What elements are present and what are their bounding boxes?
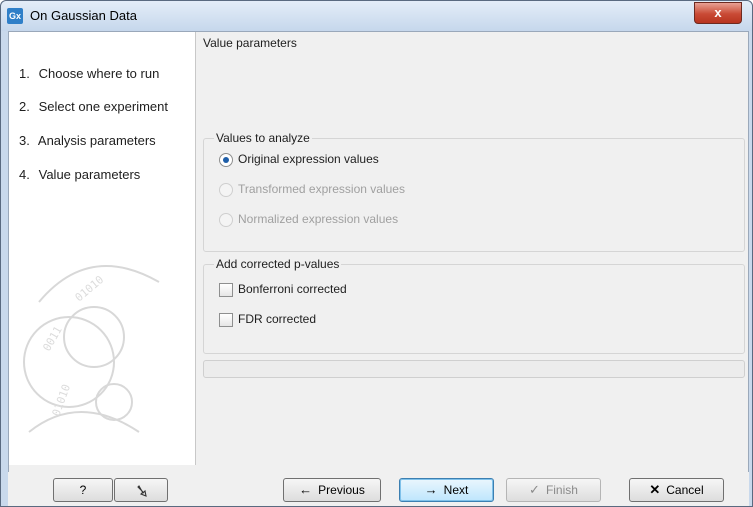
corrected-pvalues-group: Add corrected p-values Bonferroni correc… (203, 257, 745, 354)
checkbox-icon[interactable] (219, 282, 233, 297)
radio-label: Original expression values (238, 152, 379, 166)
radio-label: Normalized expression values (238, 212, 399, 226)
window-title: On Gaussian Data (30, 8, 137, 23)
finish-button[interactable]: ✓ Finish (506, 478, 601, 502)
radio-normalized-expression[interactable]: Normalized expression values (219, 212, 398, 230)
checkmark-icon: ✓ (529, 482, 540, 497)
step-choose-where-to-run: 1. Choose where to run (19, 66, 160, 81)
next-button[interactable]: → Next (399, 478, 494, 502)
step-label: Choose where to run (38, 66, 160, 81)
radio-checked-icon[interactable] (219, 152, 233, 167)
previous-button[interactable]: ← Previous (283, 478, 381, 502)
reset-button[interactable] (114, 478, 168, 502)
page-title: Value parameters (203, 36, 297, 50)
arrow-left-icon: ← (299, 482, 313, 497)
checkbox-label: Bonferroni corrected (238, 282, 347, 296)
dialog-body: 1. Choose where to run 2. Select one exp… (8, 31, 749, 474)
help-button[interactable]: ? (53, 478, 113, 502)
radio-unchecked-icon[interactable] (219, 182, 233, 197)
cancel-button[interactable]: ✕ Cancel (629, 478, 724, 502)
step-label: Value parameters (38, 167, 141, 182)
progress-bar (203, 360, 745, 378)
decorative-swirl-icon: 01010 0011 01010 (23, 265, 160, 433)
step-select-experiment: 2. Select one experiment (19, 99, 168, 114)
checkbox-label: FDR corrected (238, 312, 317, 326)
step-analysis-parameters: 3. Analysis parameters (19, 133, 156, 148)
step-label: Select one experiment (38, 99, 168, 114)
radio-transformed-expression[interactable]: Transformed expression values (219, 182, 405, 200)
checkbox-bonferroni[interactable]: Bonferroni corrected (219, 282, 347, 300)
steps-panel: 1. Choose where to run 2. Select one exp… (9, 32, 196, 465)
arrow-right-icon: → (424, 482, 438, 497)
step-value-parameters: 4. Value parameters (19, 167, 141, 182)
button-bar: ? ← Previous → Next ✓ Finish ✕ Cancel (8, 472, 749, 506)
radio-label: Transformed expression values (238, 182, 405, 196)
content-panel: Value parameters Values to analyze Origi… (203, 32, 748, 465)
group-title: Values to analyze (214, 131, 312, 145)
checkbox-fdr[interactable]: FDR corrected (219, 312, 316, 330)
svg-text:0011: 0011 (40, 324, 65, 353)
radio-unchecked-icon[interactable] (219, 212, 233, 227)
group-title: Add corrected p-values (214, 257, 342, 271)
close-button[interactable]: x (694, 2, 742, 24)
values-to-analyze-group: Values to analyze Original expression va… (203, 131, 745, 252)
step-label: Analysis parameters (37, 133, 156, 148)
radio-original-expression[interactable]: Original expression values (219, 152, 379, 170)
close-x-icon: ✕ (649, 482, 661, 497)
svg-text:01010: 01010 (73, 273, 107, 304)
dialog-window: Gx On Gaussian Data x 1. Choose where to… (0, 0, 753, 507)
checkbox-icon[interactable] (219, 312, 233, 327)
app-icon: Gx (7, 8, 23, 24)
title-bar[interactable]: Gx On Gaussian Data x (1, 1, 752, 31)
undo-arrow-icon (137, 484, 147, 497)
